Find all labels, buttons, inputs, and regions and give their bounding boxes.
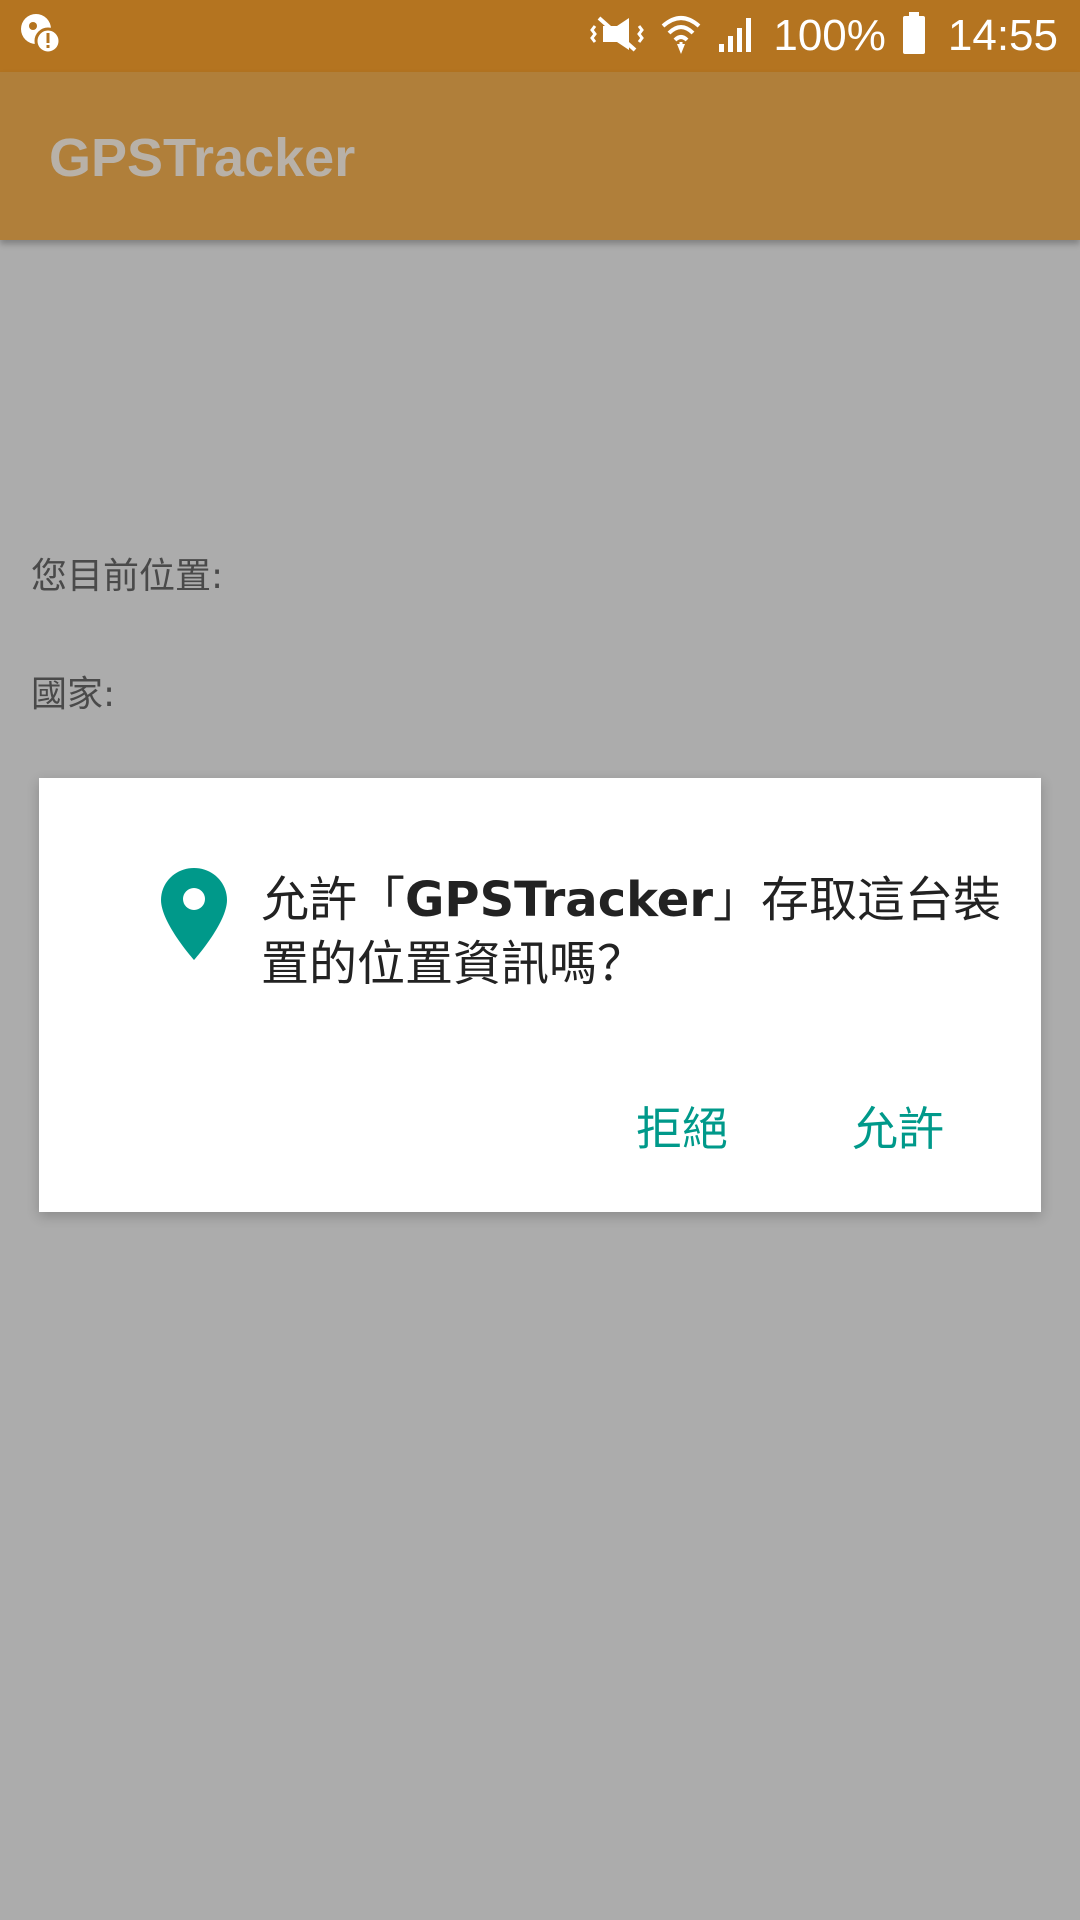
location-label: 您目前位置: [31, 556, 224, 597]
country-label: 國家: [31, 674, 116, 715]
deny-button[interactable]: 拒絕 [636, 1086, 728, 1166]
status-right: 100% 14:55 [589, 0, 1058, 72]
dialog-message: 允許「GPSTracker」存取這台裝置的位置資訊嗎？ [261, 868, 1021, 996]
dialog-app-name: GPSTracker [405, 872, 714, 928]
app-title: GPSTracker [49, 128, 356, 188]
battery-icon [902, 12, 926, 60]
signal-icon [717, 14, 757, 58]
app-bar: GPSTracker [0, 72, 1080, 240]
dialog-message-prefix: 允許「 [261, 872, 406, 928]
location-pin-icon [161, 868, 227, 964]
notification-alert-icon [18, 11, 64, 61]
battery-percent: 100% [773, 11, 886, 60]
status-clock: 14:55 [947, 11, 1058, 60]
allow-button[interactable]: 允許 [852, 1086, 944, 1166]
status-left [18, 11, 64, 61]
permission-dialog: 允許「GPSTracker」存取這台裝置的位置資訊嗎？ 拒絕 允許 [39, 778, 1041, 1212]
status-bar: 100% 14:55 [0, 0, 1080, 72]
wifi-icon [661, 12, 701, 60]
vibrate-icon [589, 14, 645, 58]
